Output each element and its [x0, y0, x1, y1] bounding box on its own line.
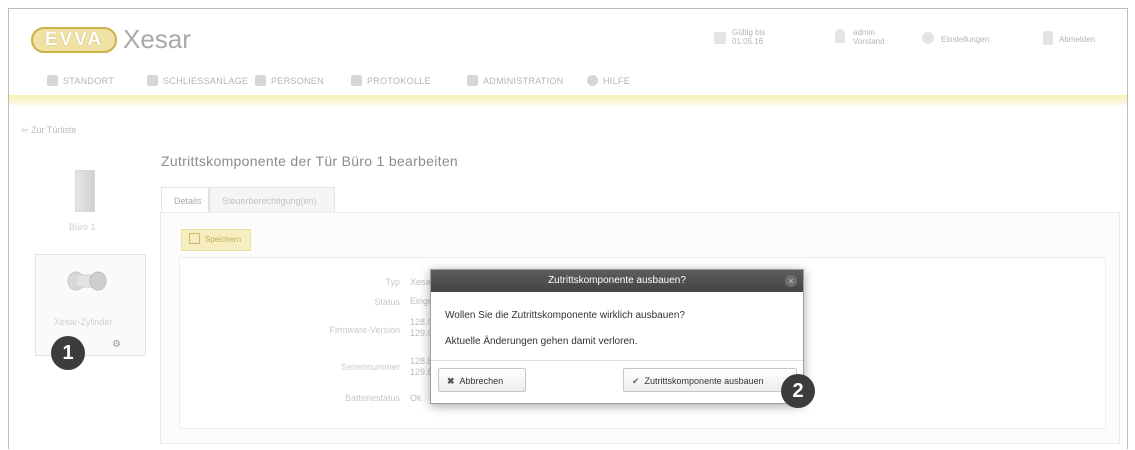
close-icon[interactable]: ×	[785, 275, 797, 287]
user-role: Vorstand	[853, 37, 885, 46]
checkmark-icon: ✔	[632, 376, 640, 386]
home-icon	[47, 75, 58, 86]
battery-label: Batteriestatus	[344, 393, 400, 403]
dialog-question: Wollen Sie die Zutrittskomponente wirkli…	[445, 310, 685, 321]
user-info[interactable]: admin Vorstand	[853, 28, 885, 46]
gear-icon[interactable]: ⚙	[112, 339, 121, 350]
nav-item-administration[interactable]: Administration	[467, 75, 564, 86]
nav-item-schliessanlage[interactable]: Schließanlage	[147, 75, 248, 86]
close-icon: ✖	[447, 376, 455, 386]
tab-details[interactable]: Details	[161, 187, 209, 213]
valid-label: Gültig bis	[732, 28, 766, 37]
step-marker-1: 1	[51, 336, 85, 370]
back-arrow-icon: ⇦	[21, 125, 32, 135]
door-label[interactable]: Büro 1	[69, 222, 96, 232]
settings-link[interactable]: Einstellungen	[941, 35, 989, 44]
component-card[interactable]: Xesar-Zylinder ⚙	[35, 254, 146, 356]
dialog-title: Zutrittskomponente ausbauen?	[431, 270, 803, 292]
user-icon	[835, 29, 845, 43]
serial-label: Seriennummer	[340, 362, 400, 372]
status-label: Status	[374, 297, 400, 307]
page-title: Zutrittskomponente der Tür Büro 1 bearbe…	[161, 153, 458, 169]
calendar-icon	[714, 32, 726, 44]
people-icon	[255, 75, 266, 86]
dialog-warning: Aktuelle Änderungen gehen damit verloren…	[445, 336, 638, 347]
nav-item-hilfe[interactable]: Hilfe	[587, 75, 630, 86]
door-icon	[75, 170, 95, 212]
logout-icon	[1043, 31, 1053, 45]
help-icon	[587, 75, 598, 86]
nav-item-standort[interactable]: Standort	[47, 75, 114, 86]
valid-until: Gültig bis 01.05.16	[732, 28, 765, 46]
component-label: Xesar-Zylinder	[54, 317, 113, 327]
battery-value: Ok	[410, 393, 422, 403]
tab-steuerberechtigung[interactable]: Steuerberechtigung(en)	[209, 187, 335, 213]
firmware-label: Firmware-Version	[329, 325, 400, 335]
product-name: Xesar	[123, 24, 191, 54]
user-name: admin	[853, 28, 875, 37]
logout-link[interactable]: Abmelden	[1059, 35, 1095, 44]
type-label: Typ	[385, 277, 400, 287]
lock-icon	[147, 75, 158, 86]
nav-item-protokolle[interactable]: Protokolle	[351, 75, 431, 86]
nav-item-personen[interactable]: Personen	[255, 75, 324, 86]
app-window: EVVA Xesar Gültig bis 01.05.16 admin Vor…	[8, 8, 1128, 449]
valid-date: 01.05.16	[732, 37, 764, 46]
confirm-remove-button[interactable]: ✔ Zutrittskomponente ausbauen	[623, 368, 797, 392]
back-link[interactable]: ⇦ Zur Türliste	[21, 125, 76, 136]
gear-icon	[922, 32, 934, 44]
document-icon	[351, 75, 362, 86]
header-accent-bar	[9, 95, 1127, 105]
admin-icon	[467, 75, 478, 86]
confirm-dialog: Zutrittskomponente ausbauen? × Wollen Si…	[430, 269, 804, 404]
divider	[431, 360, 803, 361]
cylinder-icon	[67, 271, 107, 291]
cancel-button[interactable]: ✖ Abbrechen	[438, 368, 526, 392]
save-icon	[189, 233, 200, 244]
step-marker-2: 2	[781, 374, 815, 408]
save-button[interactable]: Speichern	[181, 229, 252, 251]
evva-logo: EVVA	[31, 27, 117, 53]
